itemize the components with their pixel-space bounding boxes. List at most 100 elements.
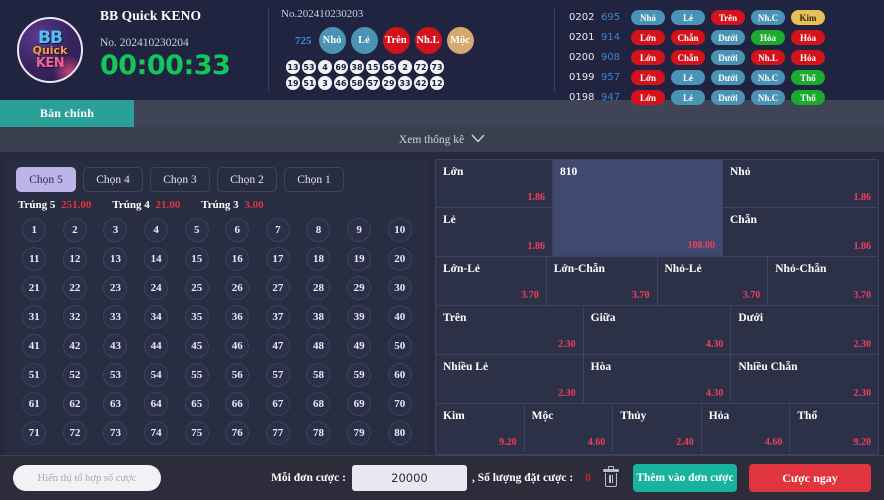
keno-number-49[interactable]: 49: [347, 334, 372, 358]
keno-number-23[interactable]: 23: [103, 276, 128, 300]
keno-number-65[interactable]: 65: [184, 392, 209, 416]
bet-cell-giua[interactable]: Giữa 4.30: [584, 306, 732, 354]
keno-number-60[interactable]: 60: [387, 363, 412, 387]
add-to-bet-slip-button[interactable]: Thêm vào đơn cược: [633, 464, 737, 492]
keno-number-30[interactable]: 30: [387, 276, 412, 300]
bet-cell-lon-le[interactable]: Lớn-Lẻ 3.70: [436, 257, 547, 305]
bet-cell-nho-chan[interactable]: Nhỏ-Chẵn 3.70: [768, 257, 878, 305]
keno-number-80[interactable]: 80: [387, 421, 412, 445]
keno-number-44[interactable]: 44: [144, 334, 169, 358]
bet-cell-moc[interactable]: Mộc 4.60: [525, 404, 614, 452]
keno-number-33[interactable]: 33: [103, 305, 128, 329]
keno-number-62[interactable]: 62: [62, 392, 87, 416]
keno-number-15[interactable]: 15: [184, 247, 209, 271]
bet-cell-nho-le[interactable]: Nhỏ-Lẻ 3.70: [658, 257, 769, 305]
keno-number-16[interactable]: 16: [225, 247, 250, 271]
keno-number-24[interactable]: 24: [144, 276, 169, 300]
keno-number-39[interactable]: 39: [347, 305, 372, 329]
keno-number-47[interactable]: 47: [265, 334, 290, 358]
keno-number-19[interactable]: 19: [347, 247, 372, 271]
keno-number-31[interactable]: 31: [22, 305, 47, 329]
bet-cell-hoa-element[interactable]: Hỏa 4.60: [702, 404, 791, 452]
keno-number-75[interactable]: 75: [184, 421, 209, 445]
trash-icon[interactable]: [603, 466, 619, 487]
keno-number-22[interactable]: 22: [62, 276, 87, 300]
keno-number-3[interactable]: 3: [103, 218, 128, 242]
keno-number-54[interactable]: 54: [144, 363, 169, 387]
keno-number-53[interactable]: 53: [103, 363, 128, 387]
tab-chon-1[interactable]: Chọn 1: [284, 167, 344, 192]
keno-number-69[interactable]: 69: [347, 392, 372, 416]
tab-chon-3[interactable]: Chọn 3: [150, 167, 210, 192]
keno-number-35[interactable]: 35: [184, 305, 209, 329]
tab-chon-5[interactable]: Chọn 5: [16, 167, 76, 192]
bet-cell-nhieu-le[interactable]: Nhiều Lẻ 2.30: [436, 355, 584, 403]
keno-number-21[interactable]: 21: [22, 276, 47, 300]
keno-number-1[interactable]: 1: [22, 218, 47, 242]
keno-number-70[interactable]: 70: [387, 392, 412, 416]
keno-number-67[interactable]: 67: [265, 392, 290, 416]
keno-number-12[interactable]: 12: [62, 247, 87, 271]
keno-number-76[interactable]: 76: [225, 421, 250, 445]
keno-number-52[interactable]: 52: [62, 363, 87, 387]
keno-number-18[interactable]: 18: [306, 247, 331, 271]
keno-number-57[interactable]: 57: [265, 363, 290, 387]
keno-number-64[interactable]: 64: [144, 392, 169, 416]
statistics-toggle-bar[interactable]: Xem thống kê: [0, 127, 884, 152]
bet-cell-duoi[interactable]: Dưới 2.30: [731, 306, 878, 354]
bet-cell-tren[interactable]: Trên 2.30: [436, 306, 584, 354]
bet-cell-lon-chan[interactable]: Lớn-Chẵn 3.70: [547, 257, 658, 305]
keno-number-56[interactable]: 56: [225, 363, 250, 387]
keno-number-37[interactable]: 37: [265, 305, 290, 329]
keno-number-2[interactable]: 2: [62, 218, 87, 242]
tab-chon-4[interactable]: Chọn 4: [83, 167, 143, 192]
tab-ban-chinh[interactable]: Bàn chính: [0, 100, 134, 127]
keno-number-78[interactable]: 78: [306, 421, 331, 445]
keno-number-34[interactable]: 34: [144, 305, 169, 329]
tab-chon-2[interactable]: Chọn 2: [217, 167, 277, 192]
keno-number-13[interactable]: 13: [103, 247, 128, 271]
keno-number-71[interactable]: 71: [22, 421, 47, 445]
keno-number-29[interactable]: 29: [347, 276, 372, 300]
keno-number-43[interactable]: 43: [103, 334, 128, 358]
keno-number-28[interactable]: 28: [306, 276, 331, 300]
keno-number-38[interactable]: 38: [306, 305, 331, 329]
keno-number-58[interactable]: 58: [306, 363, 331, 387]
keno-number-55[interactable]: 55: [184, 363, 209, 387]
keno-number-48[interactable]: 48: [306, 334, 331, 358]
keno-number-42[interactable]: 42: [62, 334, 87, 358]
keno-number-79[interactable]: 79: [347, 421, 372, 445]
bet-cell-chan[interactable]: Chẵn 1.86: [723, 208, 878, 256]
keno-number-41[interactable]: 41: [22, 334, 47, 358]
bet-cell-le[interactable]: Lẻ 1.86: [436, 208, 552, 256]
keno-number-77[interactable]: 77: [265, 421, 290, 445]
keno-number-25[interactable]: 25: [184, 276, 209, 300]
keno-number-7[interactable]: 7: [265, 218, 290, 242]
keno-number-74[interactable]: 74: [144, 421, 169, 445]
keno-number-26[interactable]: 26: [225, 276, 250, 300]
keno-number-17[interactable]: 17: [265, 247, 290, 271]
keno-number-66[interactable]: 66: [225, 392, 250, 416]
keno-number-59[interactable]: 59: [347, 363, 372, 387]
show-combination-button[interactable]: Hiển thị tổ hợp số cược: [13, 465, 161, 491]
bet-amount-input[interactable]: 20000: [351, 465, 467, 491]
keno-number-5[interactable]: 5: [184, 218, 209, 242]
keno-number-8[interactable]: 8: [306, 218, 331, 242]
keno-number-32[interactable]: 32: [62, 305, 87, 329]
keno-number-63[interactable]: 63: [103, 392, 128, 416]
bet-cell-nho[interactable]: Nhỏ 1.86: [723, 160, 878, 208]
keno-number-20[interactable]: 20: [387, 247, 412, 271]
keno-number-72[interactable]: 72: [62, 421, 87, 445]
keno-number-10[interactable]: 10: [387, 218, 412, 242]
bet-cell-tho[interactable]: Thổ 9.20: [790, 404, 878, 452]
place-bet-now-button[interactable]: Cược ngay: [749, 464, 871, 492]
keno-number-6[interactable]: 6: [225, 218, 250, 242]
keno-number-45[interactable]: 45: [184, 334, 209, 358]
keno-number-11[interactable]: 11: [22, 247, 47, 271]
keno-number-4[interactable]: 4: [144, 218, 169, 242]
keno-number-36[interactable]: 36: [225, 305, 250, 329]
bet-cell-nhieu-chan[interactable]: Nhiều Chẵn 2.30: [731, 355, 878, 403]
keno-number-61[interactable]: 61: [22, 392, 47, 416]
bet-cell-kim[interactable]: Kim 9.20: [436, 404, 525, 452]
keno-number-46[interactable]: 46: [225, 334, 250, 358]
